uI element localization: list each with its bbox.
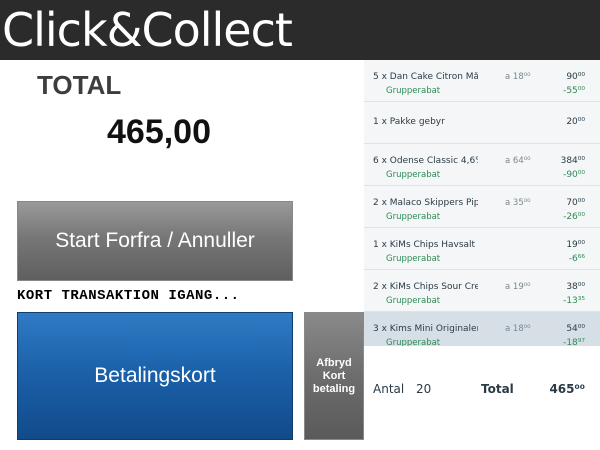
receipt-total-label: Total	[481, 382, 514, 396]
quantity-label: Antal	[373, 382, 405, 396]
item-price: 54⁰⁰	[566, 324, 585, 334]
item-discount-label: Grupperabat	[386, 296, 441, 306]
receipt-line-item[interactable]: 5 x Dan Cake Citron Må... a 18⁰⁰ 90⁰⁰ Gr…	[364, 60, 600, 102]
item-discount-label: Grupperabat	[386, 170, 441, 180]
item-discount-amount: -90⁰⁰	[563, 170, 585, 180]
item-unit-price: a 18⁰⁰	[505, 324, 531, 334]
item-discount-label: Grupperabat	[386, 212, 441, 222]
item-price: 70⁰⁰	[566, 198, 585, 208]
item-name: 5 x Dan Cake Citron Må...	[373, 72, 478, 82]
item-discount-amount: -13³⁵	[563, 296, 585, 306]
item-price: 38⁰⁰	[566, 282, 585, 292]
header-bar: Click&Collect	[0, 0, 600, 60]
item-name: 6 x Odense Classic 4,6%...	[373, 156, 478, 166]
item-discount-label: Grupperabat	[386, 86, 441, 96]
receipt-total-amount: 465⁰⁰	[549, 382, 585, 396]
total-label: TOTAL	[37, 70, 122, 100]
abort-card-payment-button[interactable]: Afbryd Kort betaling	[304, 312, 364, 440]
item-price: 384⁰⁰	[560, 156, 585, 166]
item-discount-amount: -6⁶⁶	[568, 254, 585, 264]
item-price: 19⁰⁰	[566, 240, 585, 250]
click-collect-logo: Click&Collect	[2, 3, 293, 57]
card-transaction-status: KORT TRANSAKTION IGANG...	[17, 288, 240, 304]
receipt-line-item[interactable]: 2 x KiMs Chips Sour Crea... a 19⁰⁰ 38⁰⁰ …	[364, 270, 600, 312]
item-name: 3 x Kims Mini Originaler ...	[373, 324, 478, 334]
receipt-line-item[interactable]: 1 x Pakke gebyr 20⁰⁰	[364, 102, 600, 144]
payment-card-button[interactable]: Betalingskort	[17, 312, 293, 440]
item-name: 1 x Pakke gebyr	[373, 117, 445, 127]
item-name: 1 x KiMs Chips Havsalt 170g	[373, 240, 478, 250]
receipt-line-item[interactable]: 6 x Odense Classic 4,6%... a 64⁰⁰ 384⁰⁰ …	[364, 144, 600, 186]
item-discount-amount: -26⁰⁰	[563, 212, 585, 222]
item-unit-price: a 19⁰⁰	[505, 282, 531, 292]
quantity-count: 20	[416, 382, 432, 396]
receipt-panel: 5 x Dan Cake Citron Må... a 18⁰⁰ 90⁰⁰ Gr…	[364, 60, 600, 450]
item-discount-label: Grupperabat	[386, 254, 441, 264]
receipt-line-item[interactable]: 2 x Malaco Skippers Pip... a 35⁰⁰ 70⁰⁰ G…	[364, 186, 600, 228]
item-name: 2 x KiMs Chips Sour Crea...	[373, 282, 478, 292]
item-unit-price: a 64⁰⁰	[505, 156, 531, 166]
item-unit-price: a 35⁰⁰	[505, 198, 531, 208]
receipt-footer: Antal 20 Total 465⁰⁰	[364, 346, 600, 450]
item-unit-price: a 18⁰⁰	[505, 72, 531, 82]
item-discount-amount: -55⁰⁰	[563, 86, 585, 96]
receipt-line-item[interactable]: 1 x KiMs Chips Havsalt 170g 19⁰⁰ Grupper…	[364, 228, 600, 270]
item-price: 90⁰⁰	[566, 72, 585, 82]
start-over-cancel-button[interactable]: Start Forfra / Annuller	[17, 201, 293, 281]
item-price: 20⁰⁰	[566, 117, 585, 127]
item-name: 2 x Malaco Skippers Pip...	[373, 198, 478, 208]
receipt-items: 5 x Dan Cake Citron Må... a 18⁰⁰ 90⁰⁰ Gr…	[364, 60, 600, 354]
total-amount: 465,00	[107, 113, 211, 151]
